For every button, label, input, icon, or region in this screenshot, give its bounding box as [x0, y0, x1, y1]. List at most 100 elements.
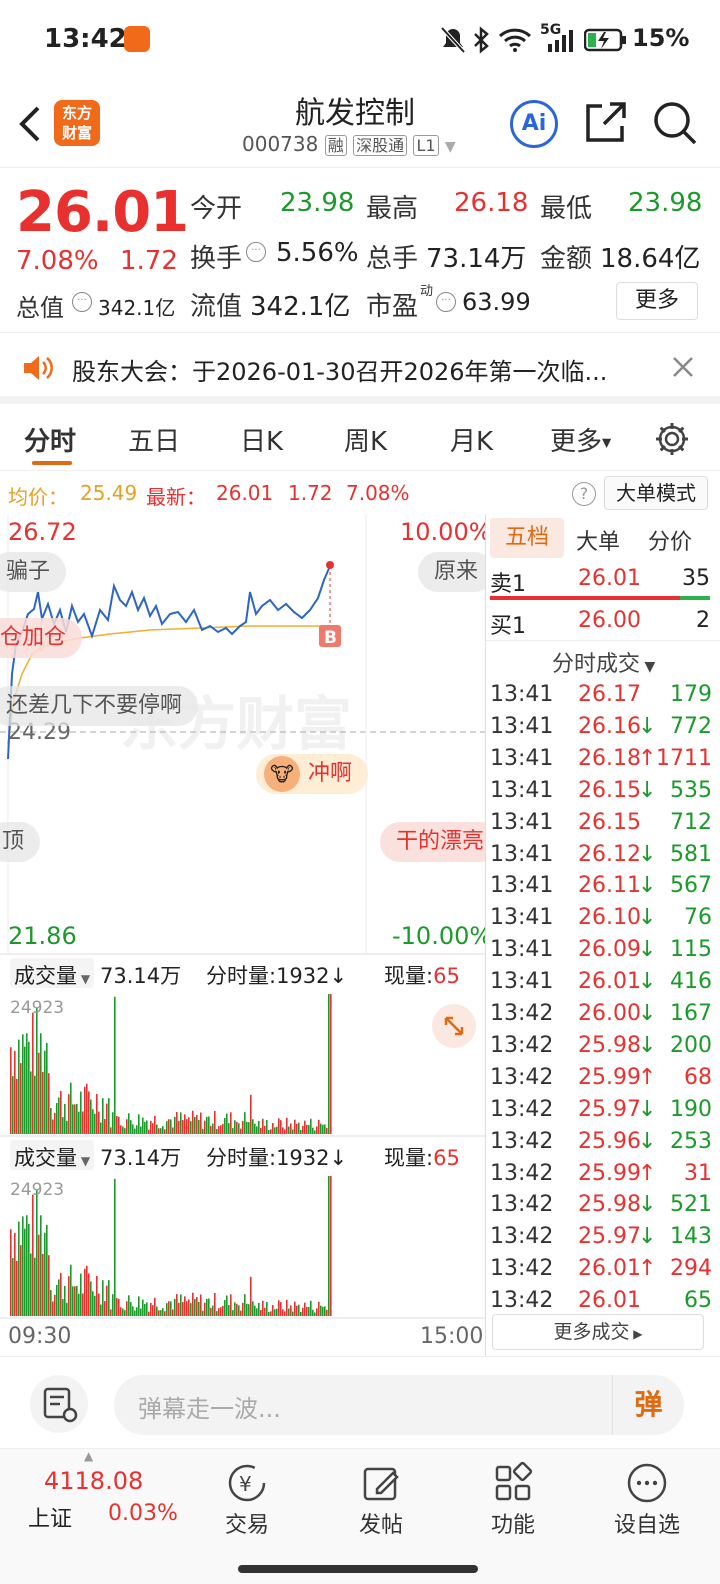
- close-icon[interactable]: [672, 356, 694, 378]
- volume-bar: [24, 1228, 26, 1316]
- volume-bar: [292, 1129, 294, 1134]
- index-value[interactable]: 4118.08: [44, 1467, 143, 1495]
- nav-post[interactable]: 发帖: [336, 1459, 426, 1539]
- tick-direction: ↑: [638, 1064, 657, 1090]
- stock-name: 航发控制: [295, 96, 415, 131]
- tab-five-levels[interactable]: 五档: [490, 518, 564, 558]
- more-ticks-button[interactable]: 更多成交 ▶: [492, 1314, 704, 1350]
- tick-time: 13:41: [490, 713, 554, 739]
- tick-price: 25.97: [578, 1096, 641, 1122]
- tick-price: 25.96: [578, 1128, 641, 1154]
- volume-bar: [78, 1293, 80, 1316]
- volume-bar: [58, 1279, 60, 1316]
- pct-axis-min: -10.00%: [392, 922, 486, 950]
- danmaku-item[interactable]: 原来: [418, 552, 485, 592]
- tag-level[interactable]: L1: [413, 135, 439, 156]
- volume-bar: [28, 1041, 30, 1134]
- volume-bar: [18, 1039, 20, 1134]
- volume-bar: [156, 1124, 158, 1134]
- tick-time: 13:41: [490, 841, 554, 867]
- volume-bar: [118, 1298, 120, 1316]
- nav-add-watchlist[interactable]: 设自选: [602, 1459, 692, 1539]
- danmaku-input[interactable]: 弹幕走一波... 弹: [114, 1375, 684, 1435]
- send-danmaku-button[interactable]: 弹: [612, 1375, 684, 1435]
- tab-monthly-k[interactable]: 月K: [450, 421, 493, 458]
- tab-weekly-k[interactable]: 周K: [344, 421, 387, 458]
- share-icon[interactable]: [584, 100, 628, 144]
- volume-bar: [122, 1126, 124, 1134]
- volume-bar: [296, 1123, 298, 1134]
- volume-bar: [108, 1280, 110, 1316]
- gear-icon[interactable]: [654, 421, 690, 457]
- volume-bar: [154, 1115, 156, 1134]
- volume-bar: [178, 1302, 180, 1316]
- search-icon[interactable]: [652, 100, 698, 146]
- volume-bar: [228, 1305, 230, 1316]
- ticks-title[interactable]: 分时成交 ▼: [552, 646, 655, 678]
- tab-intraday[interactable]: 分时: [24, 421, 76, 458]
- volume-bar: [184, 1114, 186, 1134]
- info-icon[interactable]: ···: [436, 292, 456, 312]
- tab-daily-k[interactable]: 日K: [240, 421, 283, 458]
- volume-label: 总手: [366, 244, 419, 274]
- help-icon[interactable]: ?: [572, 482, 596, 506]
- more-button[interactable]: 更多: [616, 282, 698, 320]
- caret-up-icon[interactable]: ▲: [84, 1449, 93, 1463]
- volume-indicator-select[interactable]: 成交量 ▼: [10, 958, 95, 988]
- ask-row: 卖1 26.01 35: [490, 566, 710, 597]
- tick-price: 25.98: [578, 1032, 641, 1058]
- danmaku-item[interactable]: 骗子: [0, 552, 67, 592]
- volume-bar: [148, 1129, 150, 1134]
- info-icon[interactable]: ···: [246, 242, 266, 262]
- tick-volume: 190: [670, 1096, 712, 1122]
- danmaku-item[interactable]: 顶: [0, 822, 41, 862]
- notice-bar[interactable]: 股东大会：于2026-01-30召开2026年第一次临...: [0, 334, 720, 404]
- tick-price: 26.16: [578, 713, 641, 739]
- volume-bar: [236, 1121, 238, 1134]
- volume-bar: [106, 1285, 108, 1316]
- volume-bar: [262, 1300, 264, 1316]
- nav-trade[interactable]: ¥ 交易: [202, 1459, 292, 1539]
- volume-bar: [152, 1123, 154, 1134]
- volume-bar: [194, 1299, 196, 1316]
- danmaku-item[interactable]: 干的漂亮: [380, 822, 485, 862]
- caret-down-icon: ▼: [77, 1154, 91, 1168]
- mute-icon: [440, 26, 466, 54]
- big-order-mode-button[interactable]: 大单模式: [604, 476, 708, 510]
- volume-bar: [208, 1298, 210, 1316]
- tab-five-day[interactable]: 五日: [128, 421, 180, 458]
- volume-bar: [20, 1063, 22, 1134]
- info-icon[interactable]: ···: [72, 292, 92, 312]
- tick-direction: ↓: [638, 1224, 657, 1250]
- volume-bar: [190, 1121, 192, 1134]
- volume-bar: [286, 1299, 288, 1316]
- tab-big-orders[interactable]: 大单: [576, 524, 620, 556]
- volume-bar: [312, 1309, 314, 1316]
- ai-button[interactable]: Ai: [510, 100, 558, 148]
- intraday-chart[interactable]: 东方财富 B 26.72 10.00% 24.29 21.86 -10.00% …: [0, 514, 486, 1356]
- danmaku-item[interactable]: 还差几下不要停啊: [0, 686, 199, 726]
- expand-button[interactable]: [432, 1004, 476, 1048]
- volume-bar: [140, 1308, 142, 1316]
- volume-bar: [12, 1258, 14, 1316]
- nav-functions[interactable]: 功能: [468, 1459, 558, 1539]
- latest-change: 1.72: [288, 481, 333, 505]
- volume-bar: [144, 1303, 146, 1316]
- danmaku-settings-button[interactable]: [30, 1375, 88, 1433]
- amount-label: 金额: [540, 244, 593, 274]
- volume-indicator-select[interactable]: 成交量 ▼: [10, 1140, 95, 1170]
- caret-down-icon: ▼: [640, 659, 656, 675]
- back-icon[interactable]: [16, 104, 44, 144]
- volume-bar: [158, 1310, 160, 1316]
- change-value: 1.72: [120, 246, 178, 276]
- danmaku-item[interactable]: 仓加仓: [0, 618, 83, 658]
- volume-bar: [170, 1301, 172, 1316]
- tab-more[interactable]: 更多▼: [550, 421, 611, 458]
- volume-bar: [238, 1305, 240, 1316]
- tab-price-distribution[interactable]: 分价: [648, 524, 692, 556]
- volume-bar: [76, 1285, 78, 1316]
- chevron-down-icon[interactable]: ▼: [445, 139, 456, 155]
- volume-bar: [236, 1303, 238, 1316]
- tick-direction: ↓: [638, 1001, 657, 1026]
- volume-bar: [82, 1111, 84, 1134]
